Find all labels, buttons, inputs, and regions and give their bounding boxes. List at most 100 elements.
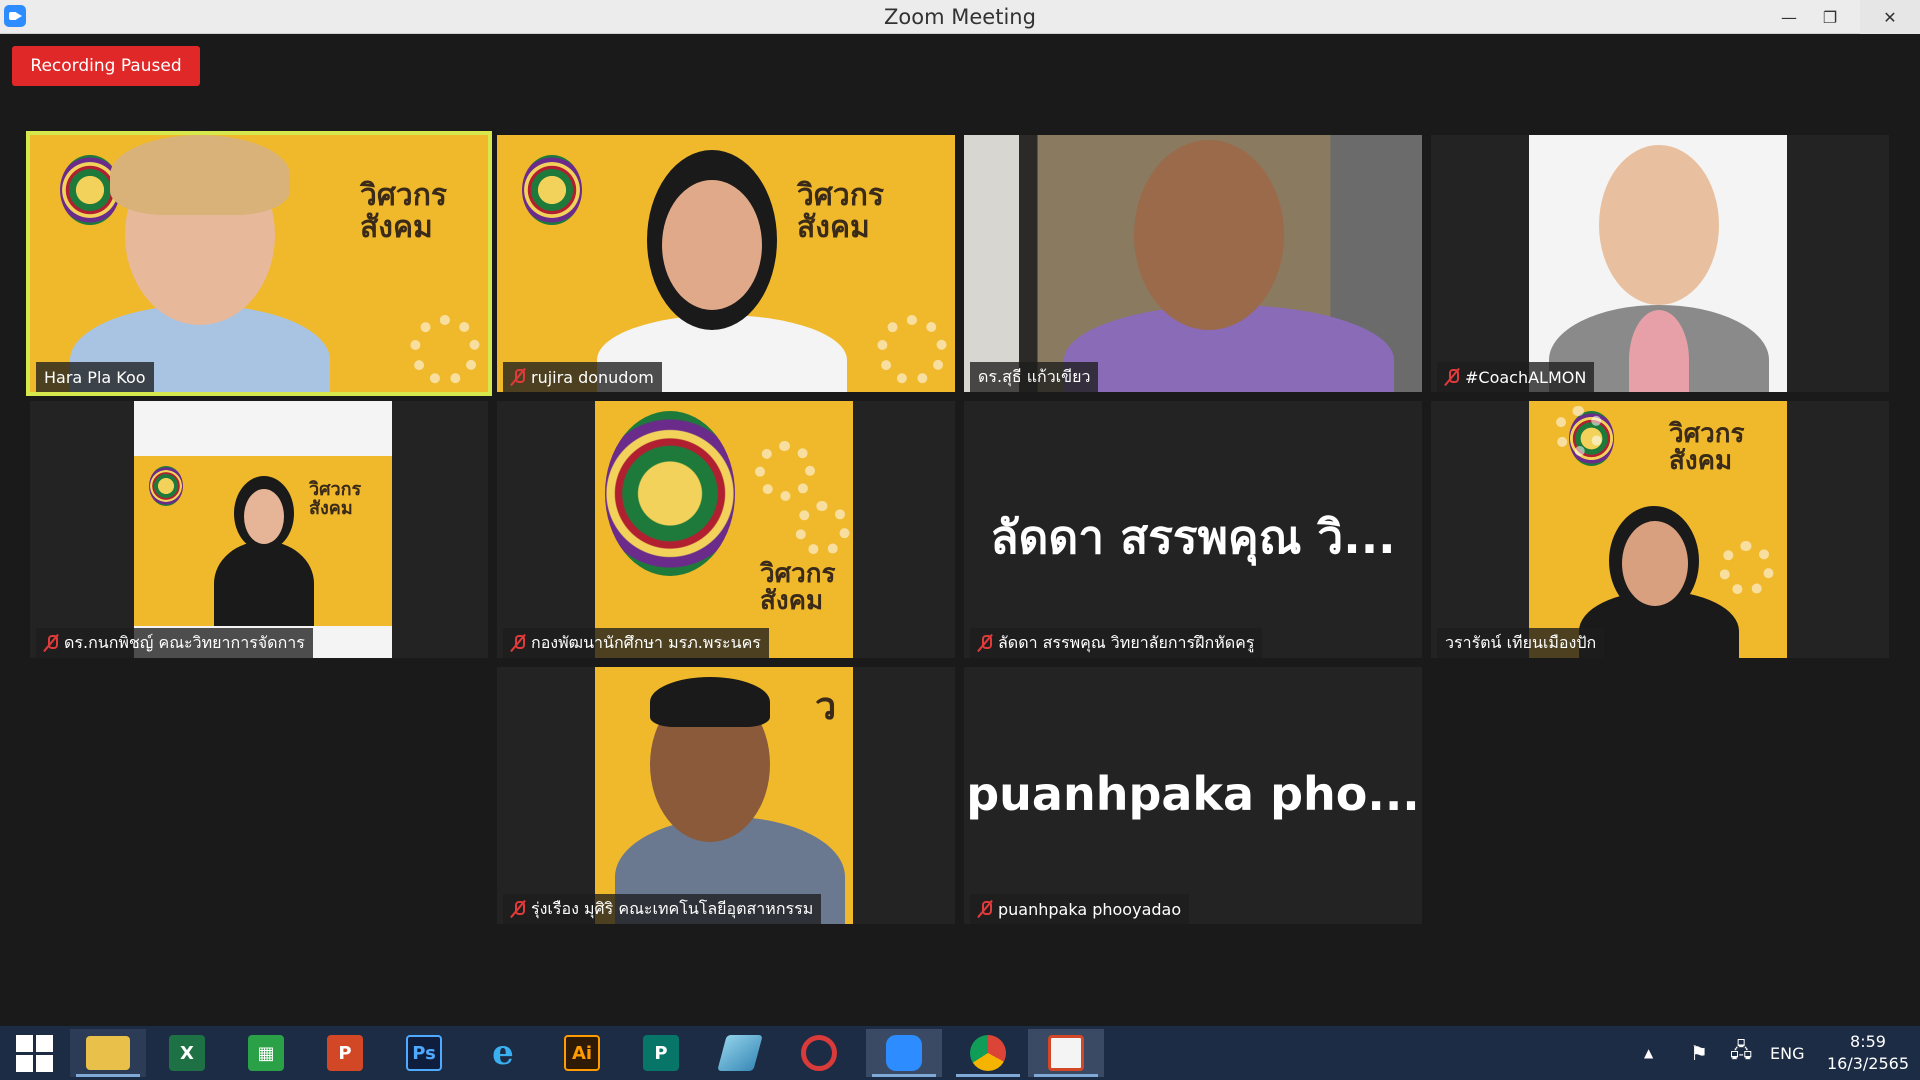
taskbar-photos[interactable] [1028,1029,1104,1077]
person-hair [110,135,290,215]
taskbar-photoscape[interactable] [787,1029,851,1077]
participant-name: puanhpaka phooyadao [998,899,1182,919]
participant-display-name: puanhpaka pho... [966,767,1420,821]
participant-name: ลัดดา สรรพคุณ วิทยาลัยการฝึกหัดครู [998,632,1255,652]
person-face [1134,140,1284,330]
video-feed: วิศวกร สังคม [30,135,488,392]
restore-button[interactable]: ❐ [1807,0,1853,34]
microphone-muted-icon [511,900,525,918]
participant-name-label: Hara Pla Koo [36,362,154,392]
person-face [244,489,284,544]
participant-name-label: วรารัตน์ เทียนเมืองปัก [1437,628,1605,658]
participant-name-label: รุ่งเรือง มุศิริ คณะเทคโนโลยีอุตสาหกรรม [503,894,822,924]
excel-icon: X [169,1035,205,1071]
participant-name-label: ลัดดา สรรพคุณ วิทยาลัยการฝึกหัดครู [970,628,1263,658]
video-tile-student-affairs[interactable]: วิศวกร สังคม กองพัฒนานักศึกษา มรภ.พระนคร [497,401,955,658]
video-tile-rujira-donudom[interactable]: วิศวกร สังคม rujira donudom [497,135,955,392]
chrome-icon [970,1035,1006,1071]
folder-icon [86,1036,130,1070]
zoom-icon [886,1035,922,1071]
video-feed: วิศวกร สังคม [134,401,392,658]
taskbar-file-explorer[interactable] [70,1029,146,1077]
participant-name: Hara Pla Koo [44,367,146,387]
photos-icon [1048,1035,1084,1071]
system-clock[interactable]: 8:59 16/3/2565 [1820,1031,1916,1075]
taskbar-illustrator[interactable]: Ai [550,1029,614,1077]
video-tile-ladda[interactable]: ลัดดา สรรพคุณ วิ... ลัดดา สรรพคุณ วิทยาล… [964,401,1422,658]
windows-logo-icon [15,1034,53,1072]
illustrator-icon: Ai [564,1035,600,1071]
person-face [662,180,762,310]
taskbar-internet-explorer[interactable]: e [471,1029,535,1077]
taskbar-chrome[interactable] [950,1029,1026,1077]
person-face [1599,145,1719,305]
person-hair [650,677,770,727]
action-center-flag-icon[interactable]: ⚑ [1690,1026,1708,1080]
gear-icon [795,501,850,556]
brand-line-1: วิศวกร [760,559,836,589]
participant-name: ดร.กนกพิชญ์ คณะวิทยาการจัดการ [64,632,305,652]
participant-name: rujira donudom [531,367,654,387]
brand-fragment: ว [815,684,837,728]
windows-taskbar: X ▦ P Ps e Ai P ▲ ⚑ 🖧 ENG 8:59 16/3/2565 [0,1026,1920,1080]
notes-icon [717,1035,763,1071]
participant-name: #CoachALMON [1465,367,1587,387]
video-feed [964,135,1422,392]
person-figure [214,541,314,626]
participant-name: กองพัฒนานักศึกษา มรภ.พระนคร [531,632,761,652]
university-seal-icon [149,466,183,506]
brand-line-2: สังคม [1669,446,1733,477]
microphone-muted-icon [978,900,992,918]
brand-line-1: วิศวกร [309,479,362,500]
tray-expand-button[interactable]: ▲ [1644,1026,1653,1080]
brand-line-2: สังคม [360,209,433,245]
video-tile-hara-pla-koo[interactable]: วิศวกร สังคม Hara Pla Koo [26,131,492,396]
start-button[interactable] [2,1029,66,1077]
language-indicator[interactable]: ENG [1770,1026,1804,1080]
video-tile-wararat[interactable]: วิศวกร สังคม วรารัตน์ เทียนเมืองปัก [1431,401,1889,658]
taskbar-publisher[interactable]: P [629,1029,693,1077]
participant-name: วรารัตน์ เทียนเมืองปัก [1445,632,1597,652]
gear-icon [1554,406,1604,456]
brand-line-2: สังคม [797,209,870,245]
microphone-muted-icon [1445,368,1459,386]
brand-line-1: วิศวกร [360,178,448,213]
minimize-button[interactable]: — [1766,0,1812,34]
participant-name-label: ดร.สุธี แก้วเขียว [970,362,1099,392]
gear-icon [410,315,480,385]
taskbar-zoom[interactable] [866,1029,942,1077]
taskbar-powerpoint[interactable]: P [313,1029,377,1077]
title-bar: Zoom Meeting — ❐ ✕ [0,0,1920,34]
video-tile-dr-suthee[interactable]: ดร.สุธี แก้วเขียว [964,135,1422,392]
recording-paused-badge[interactable]: Recording Paused [12,46,200,86]
network-icon[interactable]: 🖧 [1730,1026,1752,1080]
participant-name: รุ่งเรือง มุศิริ คณะเทคโนโลยีอุตสาหกรรม [531,898,814,918]
brand-line-1: วิศวกร [1669,419,1745,449]
video-feed: วิศวกร สังคม [497,135,955,392]
person-face [1622,521,1688,606]
university-seal-icon [522,155,582,225]
participant-name-label: rujira donudom [503,362,662,392]
participant-display-name: ลัดดา สรรพคุณ วิ... [990,510,1396,564]
video-tile-puanhpaka[interactable]: puanhpaka pho... puanhpaka phooyadao [964,667,1422,924]
clock-time: 8:59 [1850,1032,1886,1051]
gallery-view: Recording Paused วิศวกร สังคม Hara Pla Ko… [0,35,1920,1025]
taskbar-photoshop[interactable]: Ps [392,1029,456,1077]
microphone-muted-icon [978,634,992,652]
video-tile-dr-kanokpich[interactable]: วิศวกร สังคม ดร.กนกพิชญ์ คณะวิทยาการจัดกา… [30,401,488,658]
video-tile-rungruang[interactable]: ว รุ่งเรือง มุศิริ คณะเทคโนโลยีอุตสาหกรร… [497,667,955,924]
taskbar-store[interactable]: ▦ [234,1029,298,1077]
close-button[interactable]: ✕ [1860,0,1920,34]
microphone-muted-icon [511,368,525,386]
gear-icon [877,315,947,385]
store-icon: ▦ [248,1035,284,1071]
window-title: Zoom Meeting [884,5,1036,29]
powerpoint-icon: P [327,1035,363,1071]
gear-icon [1719,541,1774,596]
video-feed: ว [595,667,853,924]
taskbar-excel[interactable]: X [155,1029,219,1077]
publisher-icon: P [643,1035,679,1071]
video-tile-coach-almon[interactable]: #CoachALMON [1431,135,1889,392]
taskbar-notes[interactable] [708,1029,772,1077]
participant-name-label: ดร.กนกพิชญ์ คณะวิทยาการจัดการ [36,628,313,658]
